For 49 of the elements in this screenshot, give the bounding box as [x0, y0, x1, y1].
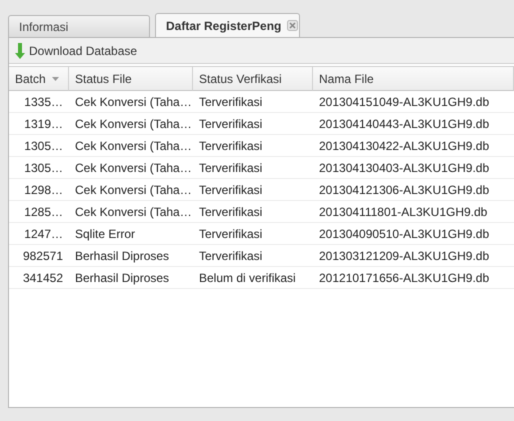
- table-cell: 201304111801-AL3KU1GH9.db: [313, 201, 514, 223]
- table-cell: 1305…: [9, 157, 69, 179]
- table-cell: Terverifikasi: [193, 91, 313, 113]
- table-cell: Terverifikasi: [193, 201, 313, 223]
- column-label: Batch: [15, 72, 46, 86]
- table-cell: 201210171656-AL3KU1GH9.db: [313, 267, 514, 289]
- table-cell: 201304140443-AL3KU1GH9.db: [313, 113, 514, 135]
- table-cell: Cek Konversi (Taha…: [69, 113, 193, 135]
- down-arrow-icon: [15, 42, 25, 58]
- table-cell: Cek Konversi (Taha…: [69, 201, 193, 223]
- table-cell: 201304130403-AL3KU1GH9.db: [313, 157, 514, 179]
- table-cell: Terverifikasi: [193, 113, 313, 135]
- table-cell: 201303121209-AL3KU1GH9.db: [313, 245, 514, 267]
- close-icon[interactable]: [287, 20, 298, 31]
- column-label: Status Verfikasi: [199, 72, 282, 86]
- table-cell: Terverifikasi: [193, 245, 313, 267]
- table-cell: Terverifikasi: [193, 135, 313, 157]
- table-cell: 1285…: [9, 201, 69, 223]
- table-cell: 1305…: [9, 135, 69, 157]
- download-button[interactable]: Download Database: [13, 40, 140, 60]
- table-cell: 982571: [9, 245, 69, 267]
- table-cell: 1335…: [9, 91, 69, 113]
- table-cell: 201304151049-AL3KU1GH9.db: [313, 91, 514, 113]
- table-cell: Terverifikasi: [193, 179, 313, 201]
- table-cell: 341452: [9, 267, 69, 289]
- tab[interactable]: Informasi: [8, 15, 150, 37]
- table-cell: 201304130422-AL3KU1GH9.db: [313, 135, 514, 157]
- table-cell: Terverifikasi: [193, 223, 313, 245]
- table-cell: Berhasil Diproses: [69, 245, 193, 267]
- table-cell: Cek Konversi (Taha…: [69, 179, 193, 201]
- table-cell: 201304121306-AL3KU1GH9.db: [313, 179, 514, 201]
- table-cell: Terverifikasi: [193, 157, 313, 179]
- column-header[interactable]: Status File: [69, 66, 193, 91]
- table-cell: 1319…: [9, 113, 69, 135]
- column-header[interactable]: Status Verfikasi: [193, 66, 313, 91]
- column-header[interactable]: Nama File: [313, 66, 514, 91]
- table-cell: Berhasil Diproses: [69, 267, 193, 289]
- column-label: Status File: [75, 72, 132, 86]
- column-label: Nama File: [319, 72, 374, 86]
- tab[interactable]: Daftar RegisterPeng: [155, 13, 300, 37]
- table-cell: Cek Konversi (Taha…: [69, 91, 193, 113]
- table-cell: 1298…: [9, 179, 69, 201]
- table-cell: Cek Konversi (Taha…: [69, 135, 193, 157]
- table-cell: 201304090510-AL3KU1GH9.db: [313, 223, 514, 245]
- table-cell: Cek Konversi (Taha…: [69, 157, 193, 179]
- table-cell: Sqlite Error: [69, 223, 193, 245]
- table-cell: Belum di verifikasi: [193, 267, 313, 289]
- table-cell: 1247…: [9, 223, 69, 245]
- column-header[interactable]: Batch: [9, 66, 69, 91]
